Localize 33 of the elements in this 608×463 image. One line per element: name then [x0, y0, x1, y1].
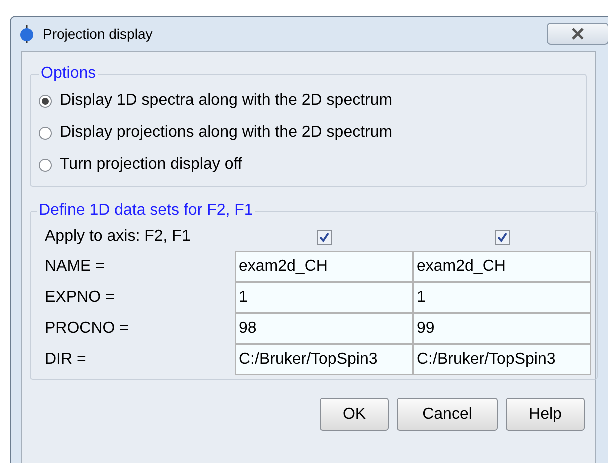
checkbox[interactable] [316, 230, 332, 244]
text-field[interactable]: C:/Bruker/TopSpin3 [235, 344, 413, 375]
close-button[interactable] [547, 23, 608, 45]
radio-option[interactable]: Turn projection display off [39, 152, 578, 178]
radio-label: Display 1D spectra along with the 2D spectrum [60, 91, 393, 111]
text-field[interactable]: exam2d_CH [235, 251, 413, 282]
radio-button[interactable] [39, 126, 52, 140]
checkbox[interactable] [494, 230, 510, 244]
dialog-button[interactable]: Cancel [397, 398, 498, 431]
group-title: Define 1D data sets for F2, F1 [38, 201, 254, 221]
field-label: PROCNO = [44, 318, 130, 338]
radio-button[interactable] [39, 94, 52, 108]
group-title: Options [40, 64, 98, 84]
field-label: DIR = [44, 350, 88, 370]
text-field[interactable]: C:/Bruker/TopSpin3 [413, 344, 591, 375]
text-field[interactable]: exam2d_CH [413, 251, 591, 282]
radio-label: Turn projection display off [60, 155, 242, 175]
field-label: Apply to axis: F2, F1 [44, 227, 192, 247]
field-label: EXPNO = [44, 288, 116, 308]
text-field[interactable]: 98 [235, 313, 413, 344]
radio-option[interactable]: Display 1D spectra along with the 2D spectrum [39, 88, 578, 114]
dialog-button[interactable]: OK [320, 398, 389, 431]
close-icon [571, 28, 585, 40]
window-title: Projection display [43, 24, 153, 44]
radio-label: Display projections along with the 2D spectrum [60, 123, 393, 143]
field-label: NAME = [44, 256, 106, 276]
text-field[interactable]: 1 [413, 282, 591, 313]
radio-option[interactable]: Display projections along with the 2D spectrum [39, 120, 578, 146]
radio-button[interactable] [39, 158, 52, 172]
text-field[interactable]: 1 [235, 282, 413, 313]
dialog-button[interactable]: Help [506, 398, 585, 431]
app-icon [19, 24, 35, 44]
text-field[interactable]: 99 [413, 313, 591, 344]
